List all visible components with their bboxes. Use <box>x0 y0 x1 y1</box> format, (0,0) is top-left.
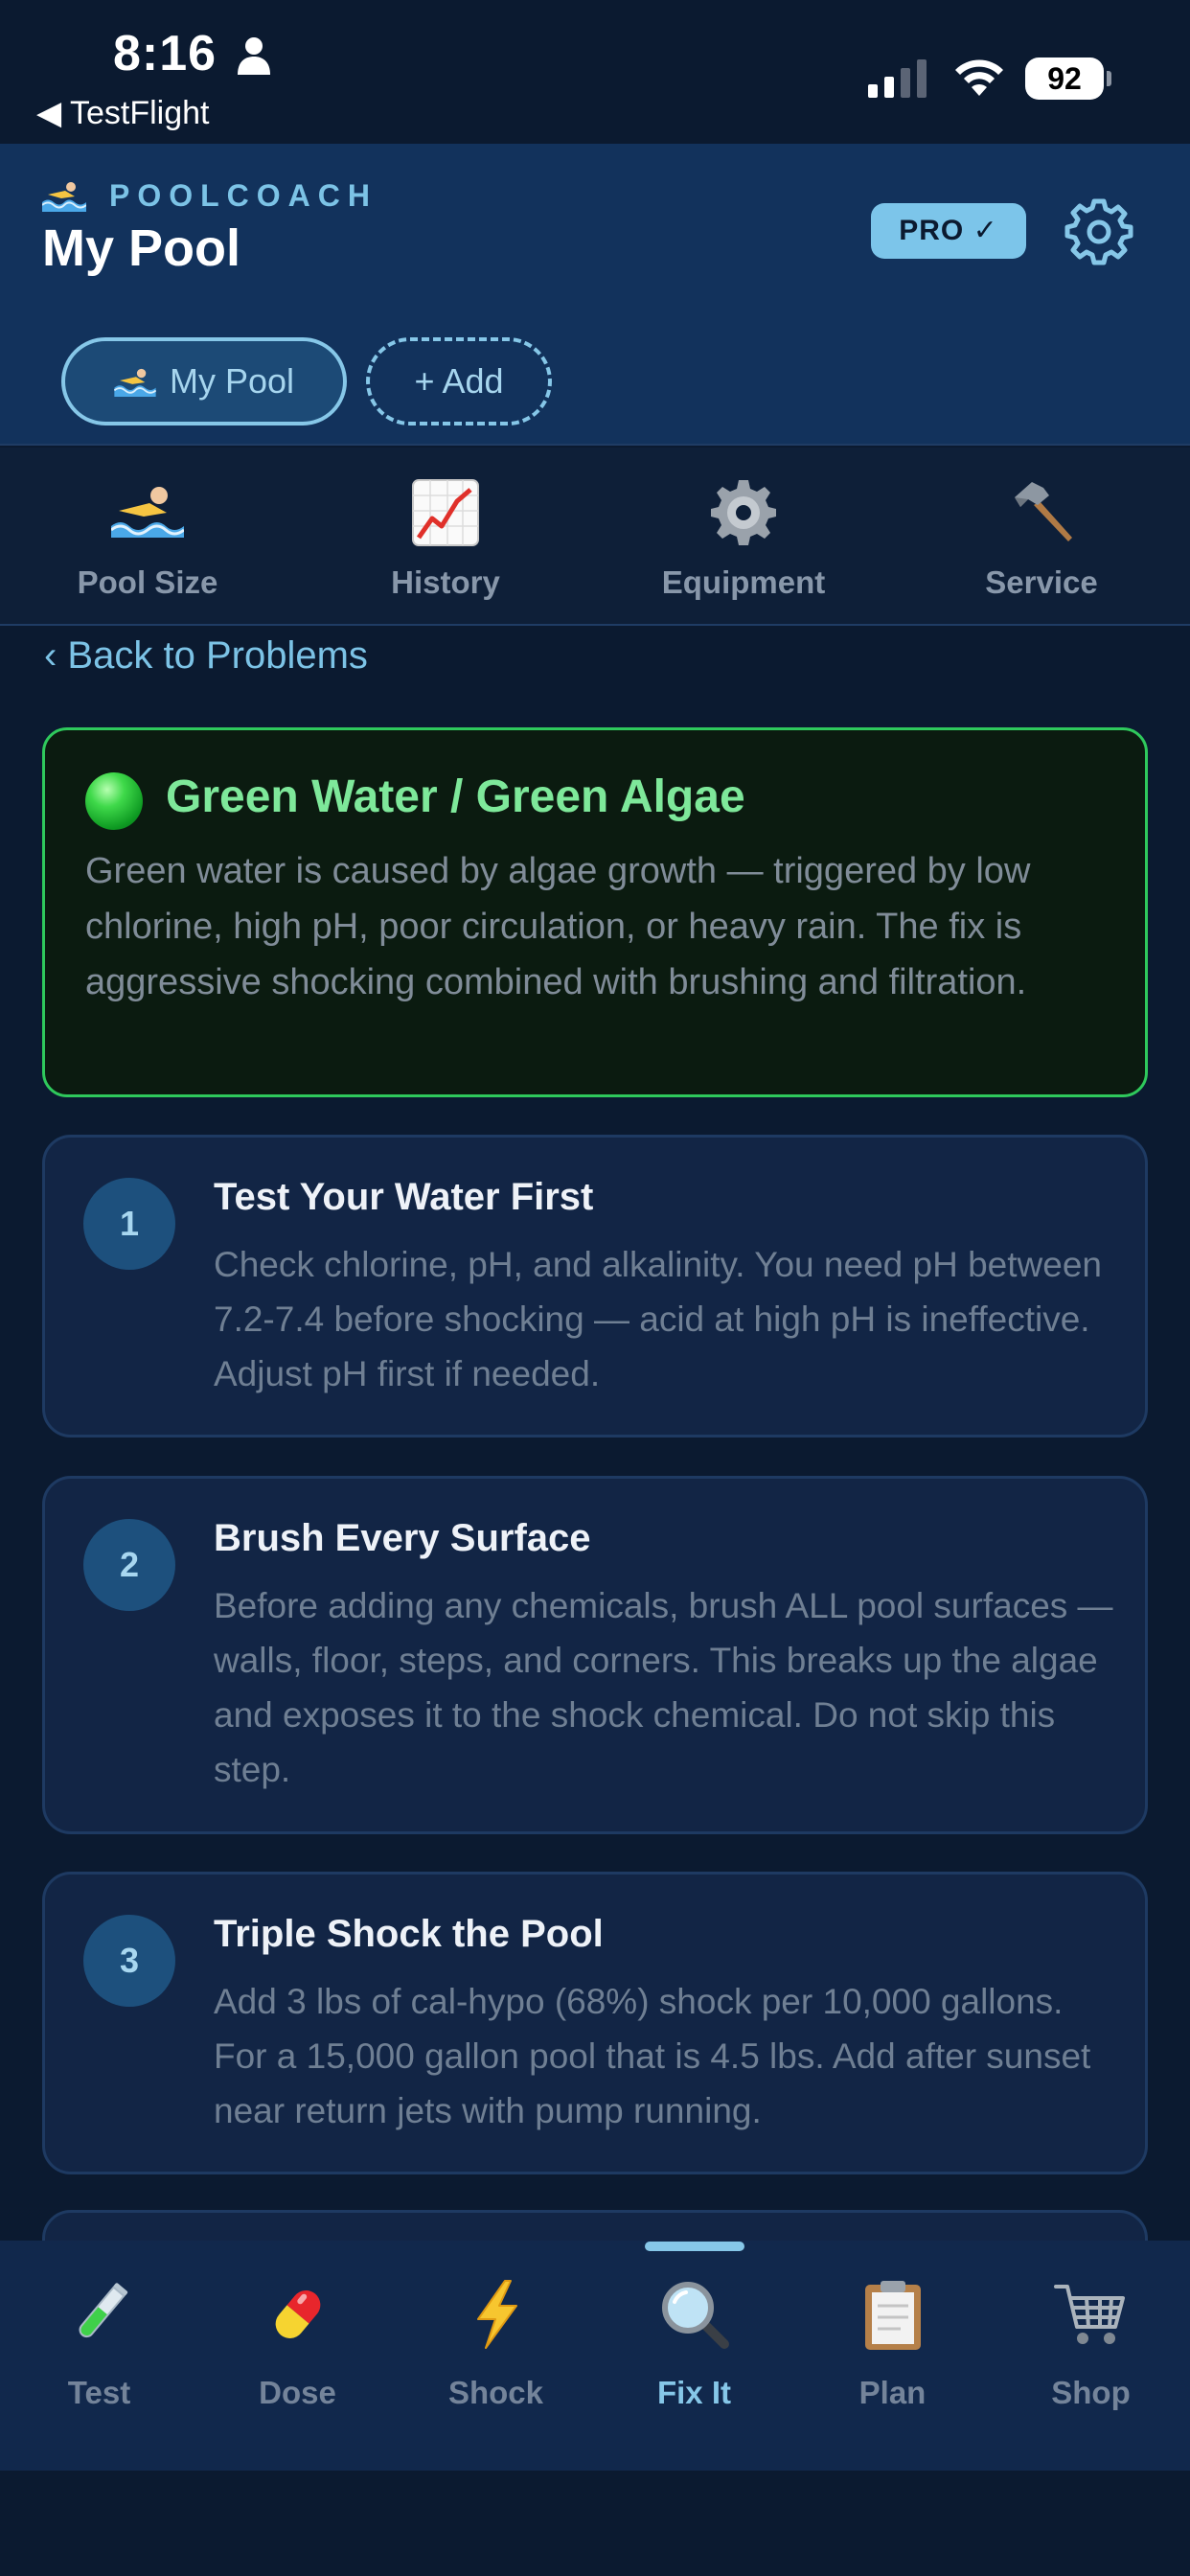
quick-nav-label: History <box>391 564 500 600</box>
tab-fix-it[interactable]: Fix It <box>595 2275 793 2448</box>
problem-description: Green water is caused by algae growth — … <box>85 851 1031 1002</box>
active-tab-indicator <box>645 2242 744 2251</box>
status-bar: 8:16 ◀ TestFlight 92 <box>0 0 1190 144</box>
back-to-problems-link[interactable]: ‹ Back to Problems <box>44 634 368 678</box>
tab-shop[interactable]: Shop <box>992 2275 1190 2448</box>
quick-nav-history[interactable]: History <box>331 476 561 610</box>
tab-test[interactable]: Test <box>0 2275 198 2448</box>
settings-gear-icon[interactable] <box>1064 196 1134 266</box>
status-time: 8:16 <box>113 26 217 81</box>
problem-card: Green Water / Green Algae Green water is… <box>42 727 1148 1097</box>
step-title: Test Your Water First <box>214 1176 594 1218</box>
problem-title: Green Water / Green Algae <box>166 771 745 822</box>
cart-icon <box>1053 2285 1125 2344</box>
step-card: 3 Triple Shock the Pool Add 3 lbs of cal… <box>42 1872 1148 2174</box>
quick-nav-label: Service <box>985 564 1098 600</box>
tab-label: Shock <box>447 2375 544 2410</box>
tab-shock[interactable]: Shock <box>397 2275 595 2448</box>
step-card: 2 Brush Every Surface Before adding any … <box>42 1476 1148 1834</box>
gear-icon <box>711 480 776 545</box>
cellular-signal-icon <box>868 59 927 98</box>
brand: POOLCOACH <box>42 176 378 215</box>
clipboard-icon <box>864 2281 921 2350</box>
quick-nav: Pool Size History Equipment Service <box>0 448 1190 626</box>
step-number: 2 <box>83 1519 175 1611</box>
bottom-tab-bar: Test Dose Shock Fix It Plan Shop <box>0 2241 1190 2471</box>
quick-nav-service[interactable]: Service <box>927 476 1156 610</box>
quick-nav-label: Equipment <box>661 564 826 600</box>
home-indicator-area <box>0 2471 1190 2576</box>
tab-label: Shop <box>1051 2375 1131 2410</box>
step-card: 1 Test Your Water First Check chlorine, … <box>42 1135 1148 1438</box>
swimmer-icon <box>113 368 156 397</box>
app-header: POOLCOACH My Pool PRO ✓ My Pool + Add <box>0 144 1190 446</box>
tab-plan[interactable]: Plan <box>793 2275 992 2448</box>
quick-nav-label: Pool Size <box>77 564 218 600</box>
swimmer-icon <box>111 487 184 538</box>
step-body: Before adding any chemicals, brush ALL p… <box>214 1586 1113 1789</box>
page-title: My Pool <box>42 219 241 277</box>
back-to-testflight[interactable]: ◀ TestFlight <box>36 94 209 132</box>
tab-label: Fix It <box>656 2375 731 2410</box>
swimmer-icon <box>42 182 86 212</box>
test-tube-icon <box>79 2283 127 2338</box>
pro-badge[interactable]: PRO ✓ <box>871 203 1026 259</box>
green-circle-icon <box>85 772 143 830</box>
step-body: Add 3 lbs of cal-hypo (68%) shock per 10… <box>214 1982 1091 2130</box>
quick-nav-pool-size[interactable]: Pool Size <box>33 476 263 610</box>
magnifier-icon <box>661 2282 729 2349</box>
tab-label: Dose <box>259 2375 336 2410</box>
pill-icon <box>275 2290 320 2338</box>
step-number: 1 <box>83 1178 175 1270</box>
step-title: Triple Shock the Pool <box>214 1913 604 1955</box>
step-number: 3 <box>83 1915 175 2007</box>
step-body: Check chlorine, pH, and alkalinity. You … <box>214 1245 1102 1393</box>
chart-increasing-icon <box>412 479 479 546</box>
brand-name: POOLCOACH <box>109 177 378 213</box>
tab-label: Plan <box>858 2375 927 2410</box>
person-icon <box>238 37 270 75</box>
quick-nav-equipment[interactable]: Equipment <box>629 476 858 610</box>
hammer-icon <box>1015 482 1072 541</box>
step-title: Brush Every Surface <box>214 1517 591 1559</box>
pool-chip-my-pool[interactable]: My Pool <box>61 337 347 426</box>
pool-chip-label: My Pool <box>169 361 295 401</box>
tab-label: Test <box>67 2375 131 2410</box>
wifi-icon <box>955 59 1003 96</box>
add-pool-button[interactable]: + Add <box>366 337 552 426</box>
battery-icon: 92 <box>1025 58 1111 100</box>
battery-level: 92 <box>1025 58 1104 100</box>
tab-dose[interactable]: Dose <box>198 2275 397 2448</box>
lightning-icon <box>476 2280 517 2349</box>
